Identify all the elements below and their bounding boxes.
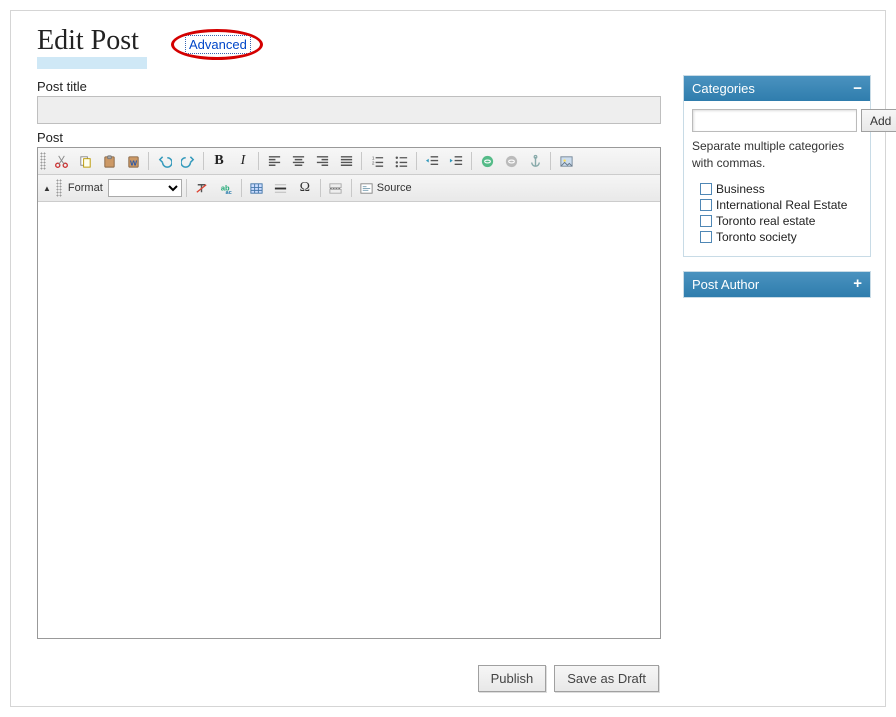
link-icon[interactable] bbox=[476, 151, 498, 171]
publish-button[interactable]: Publish bbox=[478, 665, 547, 692]
minus-icon[interactable]: − bbox=[853, 84, 862, 94]
svg-text:ab: ab bbox=[221, 183, 230, 192]
toolbar-separator bbox=[471, 152, 472, 170]
page-title: Edit Post bbox=[37, 25, 147, 57]
align-center-icon[interactable] bbox=[287, 151, 309, 171]
cut-icon[interactable] bbox=[50, 151, 72, 171]
edit-post-frame: Edit Post Advanced Post title Post W BI 12… bbox=[10, 10, 886, 707]
add-category-button[interactable]: Add bbox=[861, 109, 896, 132]
category-label: International Real Estate bbox=[716, 198, 847, 212]
category-checkbox[interactable] bbox=[700, 199, 712, 211]
category-list: Business International Real Estate Toronto… bbox=[692, 182, 862, 244]
post-author-panel-title: Post Author bbox=[692, 277, 759, 292]
advanced-link[interactable]: Advanced bbox=[185, 35, 251, 54]
title-block: Edit Post bbox=[37, 25, 147, 69]
format-label: Format bbox=[68, 182, 103, 194]
post-author-panel: Post Author + bbox=[683, 271, 871, 298]
redo-icon[interactable] bbox=[177, 151, 199, 171]
categories-panel-header[interactable]: Categories − bbox=[684, 76, 870, 101]
post-body-label: Post bbox=[37, 130, 661, 145]
toolbar-separator bbox=[361, 152, 362, 170]
replace-icon[interactable]: abac bbox=[215, 178, 237, 198]
category-add-row: Add bbox=[692, 109, 862, 132]
svg-text:2: 2 bbox=[371, 160, 374, 165]
toolbar-separator bbox=[258, 152, 259, 170]
align-left-icon[interactable] bbox=[263, 151, 285, 171]
toolbar-separator bbox=[320, 179, 321, 197]
special-char-icon[interactable]: Ω bbox=[294, 178, 316, 198]
copy-icon[interactable] bbox=[74, 151, 96, 171]
category-label: Toronto real estate bbox=[716, 214, 815, 228]
list-ul-icon[interactable] bbox=[390, 151, 412, 171]
italic-icon[interactable]: I bbox=[232, 151, 254, 171]
main-columns: Post title Post W BI 12 ▲ Format abac Ω Sour… bbox=[37, 75, 871, 692]
toolbar-separator bbox=[148, 152, 149, 170]
hr-icon[interactable] bbox=[270, 178, 292, 198]
category-label: Business bbox=[716, 182, 765, 196]
paste-word-icon[interactable]: W bbox=[122, 151, 144, 171]
left-column: Post title Post W BI 12 ▲ Format abac Ω Sour… bbox=[37, 75, 661, 692]
rich-text-editor: W BI 12 ▲ Format abac Ω Source bbox=[37, 147, 661, 639]
categories-panel: Categories − Add Separate multiple categ… bbox=[683, 75, 871, 257]
editor-toolbar-row-1: W BI 12 bbox=[38, 148, 660, 175]
svg-text:W: W bbox=[129, 158, 137, 167]
category-checkbox[interactable] bbox=[700, 215, 712, 227]
page-break-icon[interactable] bbox=[325, 178, 347, 198]
category-hint: Separate multiple categories with commas… bbox=[692, 138, 862, 172]
action-row: Publish Save as Draft bbox=[37, 665, 661, 692]
svg-text:1: 1 bbox=[371, 155, 374, 160]
plus-icon[interactable]: + bbox=[853, 279, 862, 289]
category-input[interactable] bbox=[692, 109, 857, 132]
toolbar-separator bbox=[550, 152, 551, 170]
paste-icon[interactable] bbox=[98, 151, 120, 171]
toolbar-grip[interactable] bbox=[56, 179, 62, 197]
post-author-panel-header[interactable]: Post Author + bbox=[684, 272, 870, 297]
toolbar-grip[interactable] bbox=[40, 152, 46, 170]
title-selection-highlight bbox=[37, 57, 147, 69]
category-checkbox[interactable] bbox=[700, 231, 712, 243]
toolbar-separator bbox=[203, 152, 204, 170]
unlink-icon[interactable] bbox=[500, 151, 522, 171]
category-item: International Real Estate bbox=[700, 198, 862, 212]
list-ol-icon[interactable]: 12 bbox=[366, 151, 388, 171]
toolbar-separator bbox=[351, 179, 352, 197]
anchor-icon[interactable] bbox=[524, 151, 546, 171]
align-justify-icon[interactable] bbox=[335, 151, 357, 171]
source-button[interactable]: Source bbox=[356, 178, 418, 198]
svg-text:ac: ac bbox=[226, 190, 232, 196]
align-right-icon[interactable] bbox=[311, 151, 333, 171]
categories-panel-body: Add Separate multiple categories with co… bbox=[684, 101, 870, 256]
right-column: Categories − Add Separate multiple categ… bbox=[683, 75, 871, 692]
undo-icon[interactable] bbox=[153, 151, 175, 171]
post-title-input[interactable] bbox=[37, 96, 661, 124]
toolbar-separator bbox=[416, 152, 417, 170]
source-label: Source bbox=[377, 182, 412, 194]
category-label: Toronto society bbox=[716, 230, 797, 244]
remove-format-icon[interactable] bbox=[191, 178, 213, 198]
advanced-link-wrap: Advanced bbox=[185, 37, 251, 52]
header-row: Edit Post Advanced bbox=[37, 25, 871, 69]
outdent-icon[interactable] bbox=[421, 151, 443, 171]
post-title-label: Post title bbox=[37, 79, 661, 94]
image-icon[interactable] bbox=[555, 151, 577, 171]
editor-toolbar-row-2: ▲ Format abac Ω Source bbox=[38, 175, 660, 202]
category-checkbox[interactable] bbox=[700, 183, 712, 195]
toolbar-separator bbox=[186, 179, 187, 197]
save-draft-button[interactable]: Save as Draft bbox=[554, 665, 659, 692]
category-item: Toronto real estate bbox=[700, 214, 862, 228]
editor-content-area[interactable] bbox=[38, 202, 660, 638]
format-select[interactable] bbox=[108, 179, 182, 197]
categories-panel-title: Categories bbox=[692, 81, 755, 96]
table-icon[interactable] bbox=[246, 178, 268, 198]
bold-icon[interactable]: B bbox=[208, 151, 230, 171]
toolbar-separator bbox=[241, 179, 242, 197]
toolbar-collapse-arrow[interactable]: ▲ bbox=[40, 184, 54, 193]
indent-icon[interactable] bbox=[445, 151, 467, 171]
category-item: Business bbox=[700, 182, 862, 196]
category-item: Toronto society bbox=[700, 230, 862, 244]
